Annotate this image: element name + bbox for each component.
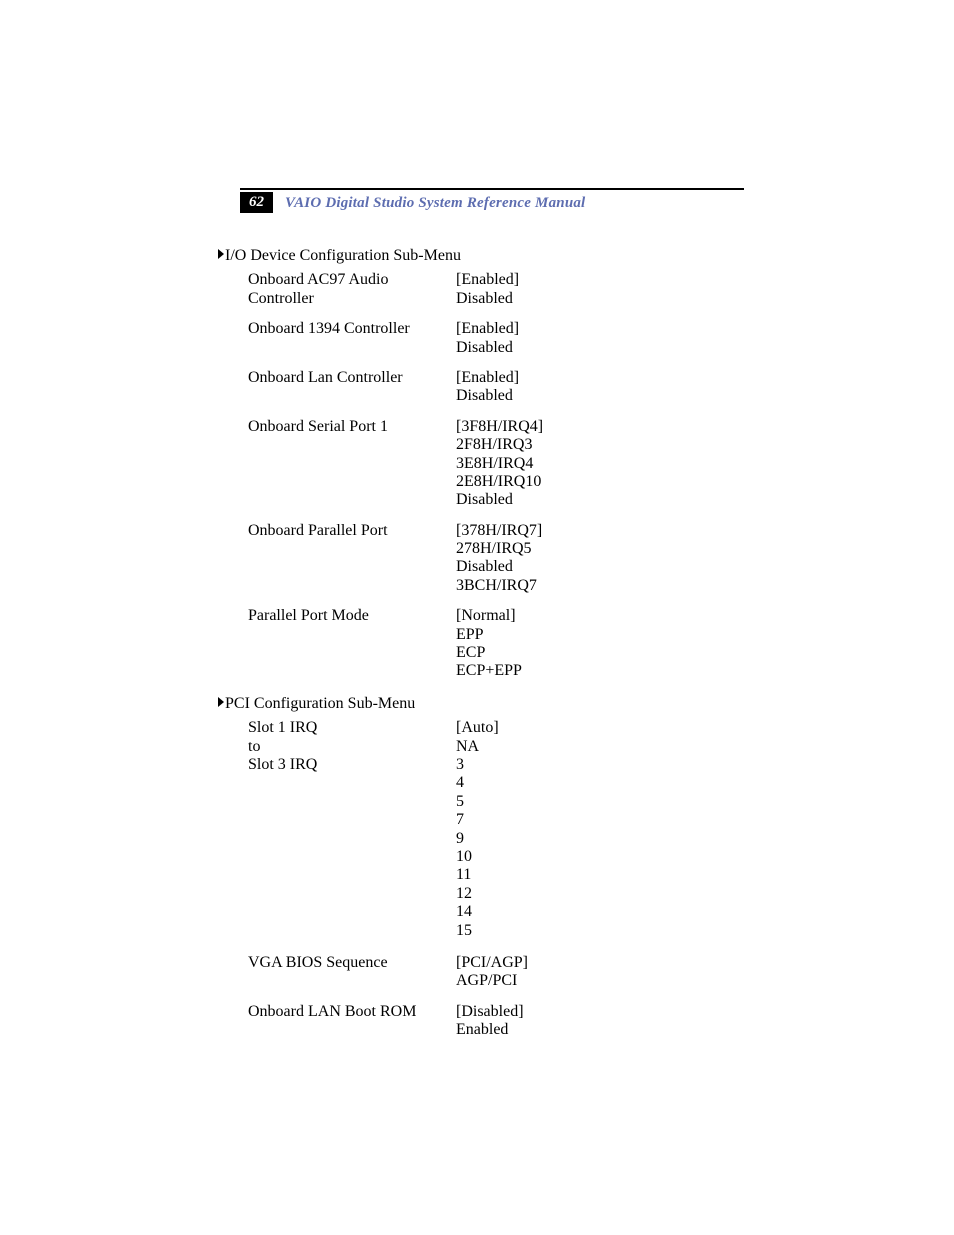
config-row: VGA BIOS Sequence [PCI/AGP] AGP/PCI	[248, 954, 744, 991]
config-label: Onboard 1394 Controller	[248, 320, 456, 338]
config-label: Onboard Parallel Port	[248, 522, 456, 540]
config-label: Onboard LAN Boot ROM	[248, 1003, 456, 1021]
config-label: VGA BIOS Sequence	[248, 954, 456, 972]
config-row: Onboard Serial Port 1 [3F8H/IRQ4] 2F8H/I…	[248, 418, 744, 510]
config-row: Parallel Port Mode [Normal] EPP ECP ECP+…	[248, 607, 744, 681]
config-row: Onboard 1394 Controller [Enabled] Disabl…	[248, 320, 744, 357]
config-label: Onboard AC97 Audio Controller	[248, 271, 456, 308]
config-label: Parallel Port Mode	[248, 607, 456, 625]
header-rule	[240, 188, 744, 190]
config-row: Onboard AC97 Audio Controller [Enabled] …	[248, 271, 744, 308]
submenu-items-pci: Slot 1 IRQ to Slot 3 IRQ [Auto] NA 3 4 5…	[248, 719, 744, 1039]
page-number: 62	[240, 192, 273, 213]
submenu-heading-label: I/O Device Configuration Sub-Menu	[225, 247, 461, 264]
config-row: Slot 1 IRQ to Slot 3 IRQ [Auto] NA 3 4 5…	[248, 719, 744, 940]
config-label: Slot 1 IRQ to Slot 3 IRQ	[248, 719, 456, 774]
config-row: Onboard LAN Boot ROM [Disabled] Enabled	[248, 1003, 744, 1040]
submenu-items-io: Onboard AC97 Audio Controller [Enabled] …	[248, 271, 744, 680]
content: I/O Device Configuration Sub-Menu Onboar…	[218, 247, 744, 1053]
config-row: Onboard Parallel Port [378H/IRQ7] 278H/I…	[248, 522, 744, 596]
page: 62 VAIO Digital Studio System Reference …	[0, 0, 954, 1235]
config-values: [378H/IRQ7] 278H/IRQ5 Disabled 3BCH/IRQ7	[456, 522, 744, 596]
config-label: Onboard Serial Port 1	[248, 418, 456, 436]
submenu-heading-label: PCI Configuration Sub-Menu	[225, 695, 415, 712]
config-values: [Normal] EPP ECP ECP+EPP	[456, 607, 744, 681]
config-values: [PCI/AGP] AGP/PCI	[456, 954, 744, 991]
submenu-heading-io: I/O Device Configuration Sub-Menu	[218, 247, 744, 265]
config-values: [Enabled] Disabled	[456, 369, 744, 406]
header-title: VAIO Digital Studio System Reference Man…	[285, 195, 585, 212]
triangle-right-icon	[218, 249, 224, 259]
config-values: [Enabled] Disabled	[456, 320, 744, 357]
config-values: [Disabled] Enabled	[456, 1003, 744, 1040]
config-label: Onboard Lan Controller	[248, 369, 456, 387]
triangle-right-icon	[218, 697, 224, 707]
config-values: [Enabled] Disabled	[456, 271, 744, 308]
config-values: [3F8H/IRQ4] 2F8H/IRQ3 3E8H/IRQ4 2E8H/IRQ…	[456, 418, 744, 510]
config-row: Onboard Lan Controller [Enabled] Disable…	[248, 369, 744, 406]
submenu-heading-pci: PCI Configuration Sub-Menu	[218, 695, 744, 713]
config-values: [Auto] NA 3 4 5 7 9 10 11 12 14 15	[456, 719, 744, 940]
